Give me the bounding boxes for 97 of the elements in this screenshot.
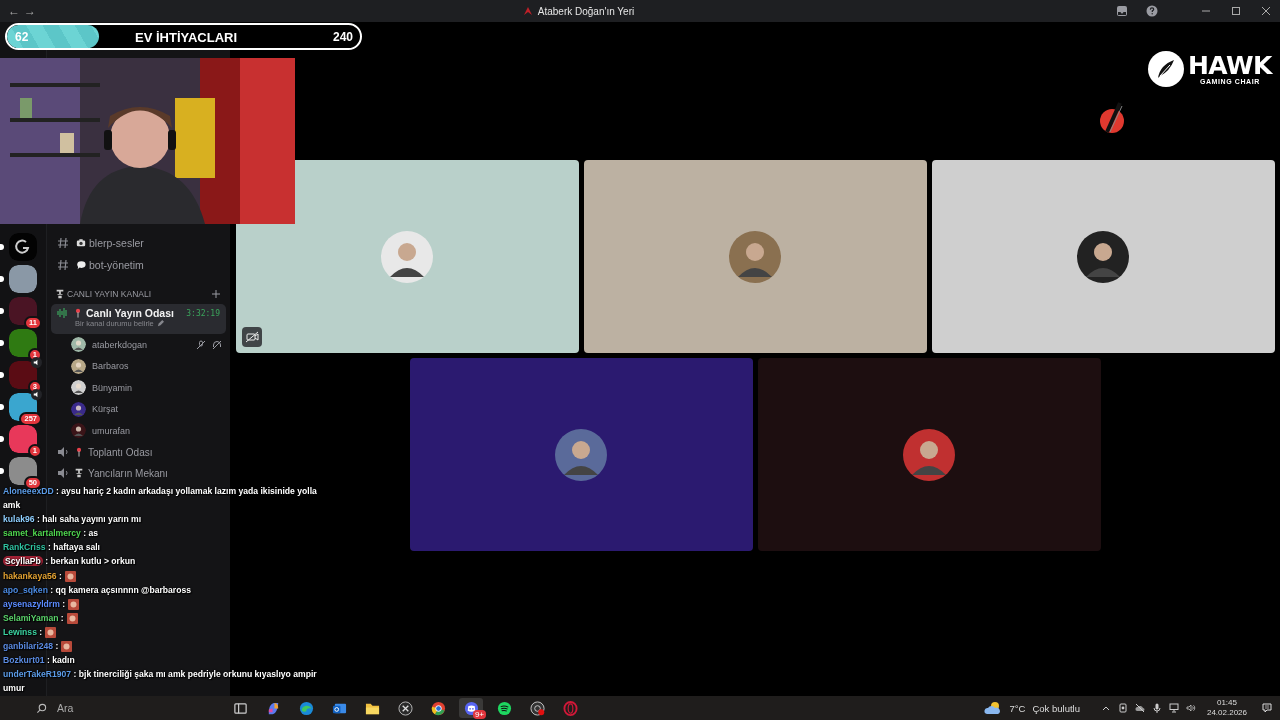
channel-name: Yancıların Mekanı — [88, 467, 168, 479]
voice-channel[interactable]: Yancıların Mekanı — [51, 462, 226, 484]
member-name: umurafan — [92, 425, 132, 436]
close-icon[interactable] — [1260, 5, 1272, 17]
forward-button[interactable]: → — [24, 4, 40, 18]
chat-message: Lewinss : — [0, 624, 57, 640]
chat-message: ganbilari248 : — [0, 639, 73, 654]
video-tile[interactable] — [235, 160, 579, 353]
record-icon — [529, 700, 545, 716]
maximize-icon[interactable] — [1230, 5, 1242, 17]
slash-logo-icon — [1098, 102, 1126, 134]
chat-message: ScyllaPb : berkan kutlu > orkun — [2, 555, 136, 569]
chat-message: hakankaya56 : — [0, 568, 76, 583]
window-title: Ataberk Doğan'ın Yeri — [537, 5, 635, 17]
pin-icon — [73, 308, 83, 318]
voice-member[interactable]: umurafan — [47, 420, 230, 442]
voice-member[interactable]: Bünyamin — [47, 377, 230, 399]
chat-message: Bozkurt01 : kadın — [2, 654, 75, 668]
channel-name: Canlı Yayın Odası — [86, 307, 175, 319]
user-avatar — [1077, 230, 1129, 283]
chat-message: kulak96 : halı saha yayını yarın mı — [2, 513, 142, 527]
chat-message: apo_sqken : qq kamera açsınnnn @barbaross — [2, 583, 191, 597]
date: 24.02.2026 — [1206, 708, 1247, 718]
user-avatar — [381, 230, 433, 283]
deafened-headphones-icon — [212, 339, 222, 350]
feather-logo-icon — [1147, 51, 1184, 87]
help-icon[interactable] — [1146, 5, 1158, 17]
channel-name: bot-yönetim — [89, 259, 144, 271]
pencil-icon[interactable] — [156, 320, 164, 327]
camera-off-icon[interactable] — [241, 327, 262, 347]
goal-target: 240 — [332, 30, 353, 44]
network-icon[interactable] — [1168, 703, 1179, 713]
video-tile[interactable] — [409, 358, 753, 551]
user-avatar — [555, 428, 607, 481]
camera-icon — [76, 238, 86, 248]
server-icon[interactable] — [9, 297, 37, 325]
user-avatar — [903, 428, 955, 481]
opera-icon — [562, 700, 578, 716]
search-icon[interactable] — [36, 702, 47, 714]
server-icon[interactable] — [9, 233, 37, 261]
hash-icon — [57, 259, 69, 271]
hash-icon — [57, 237, 69, 249]
server-icon[interactable] — [9, 361, 37, 389]
back-button[interactable]: ← — [8, 4, 24, 18]
weather-text: Çok bulutlu — [1032, 702, 1080, 714]
goal-title: EV İHTİYACLARI — [135, 30, 238, 45]
search-field[interactable]: Ara — [57, 702, 74, 714]
chat-message: SelamiYaman : — [0, 610, 78, 625]
speaker-icon — [57, 467, 70, 479]
member-name: ataberkdogan — [92, 339, 149, 350]
goal-current: 62 — [15, 30, 29, 44]
volume-icon[interactable] — [1185, 703, 1196, 713]
video-tile[interactable] — [931, 160, 1275, 353]
voice-member[interactable]: Kürşat — [47, 398, 230, 420]
inbox-icon[interactable] — [1116, 5, 1128, 17]
sponsor-name: HAWK — [1187, 53, 1272, 78]
voice-channel[interactable]: Toplantı Odası — [51, 441, 226, 463]
user-avatar — [729, 230, 781, 283]
clock[interactable]: 01:45 24.02.2026 — [1206, 698, 1247, 718]
speaker-icon — [57, 446, 70, 458]
voice-member[interactable]: Barbaros — [47, 355, 230, 377]
video-tile[interactable] — [583, 160, 927, 353]
server-icon[interactable] — [9, 265, 37, 293]
text-channel[interactable]: bot-yönetim — [47, 254, 230, 276]
channel-name: Toplantı Odası — [88, 446, 153, 458]
chat-message: samet_kartalmercy : as — [2, 527, 99, 541]
temperature: 7°C — [1009, 702, 1026, 714]
weather-cloud-icon[interactable] — [984, 701, 1003, 715]
voice-member[interactable]: ataberkdogan — [47, 334, 230, 356]
category-header[interactable]: CANLI YAYIN KANALI — [67, 289, 210, 299]
chat-message: aysenazyldrm : — [0, 596, 80, 611]
time: 01:45 — [1216, 698, 1237, 708]
widgets-icon — [232, 700, 248, 716]
cloud-off-icon[interactable] — [1134, 703, 1145, 713]
camera-icon[interactable] — [1117, 703, 1128, 713]
chat-message: RankCriss : haftaya salı — [2, 541, 100, 555]
edge-icon — [298, 700, 314, 716]
channel-name: blerp-sesler — [89, 237, 144, 249]
chat-message: underTakeR1907 : bjk tinerciliği şaka mı amk pedriyle orkunu kıyaslıyo ampir umur — [2, 668, 318, 696]
member-name: Kürşat — [92, 404, 119, 415]
notification-icon[interactable] — [1262, 703, 1272, 713]
chrome-icon — [430, 700, 446, 716]
elapsed-time: 3:32:19 — [186, 308, 220, 318]
server-icon[interactable] — [9, 457, 37, 485]
spotify-icon — [496, 700, 512, 716]
server-icon — [521, 5, 534, 17]
microphone-icon[interactable] — [1151, 703, 1162, 713]
plus-icon[interactable] — [212, 290, 220, 298]
pin-icon — [74, 447, 84, 457]
taskbar-app[interactable]: 9+ — [459, 698, 483, 718]
text-channel[interactable]: blerp-sesler — [47, 232, 230, 254]
video-tile[interactable] — [757, 358, 1101, 551]
speech-bubble-icon — [76, 260, 86, 270]
member-name: Barbaros — [92, 361, 130, 372]
notification-badge: 9+ — [472, 710, 486, 719]
member-name: Bünyamin — [92, 382, 134, 393]
voice-activity-icon — [57, 307, 70, 319]
